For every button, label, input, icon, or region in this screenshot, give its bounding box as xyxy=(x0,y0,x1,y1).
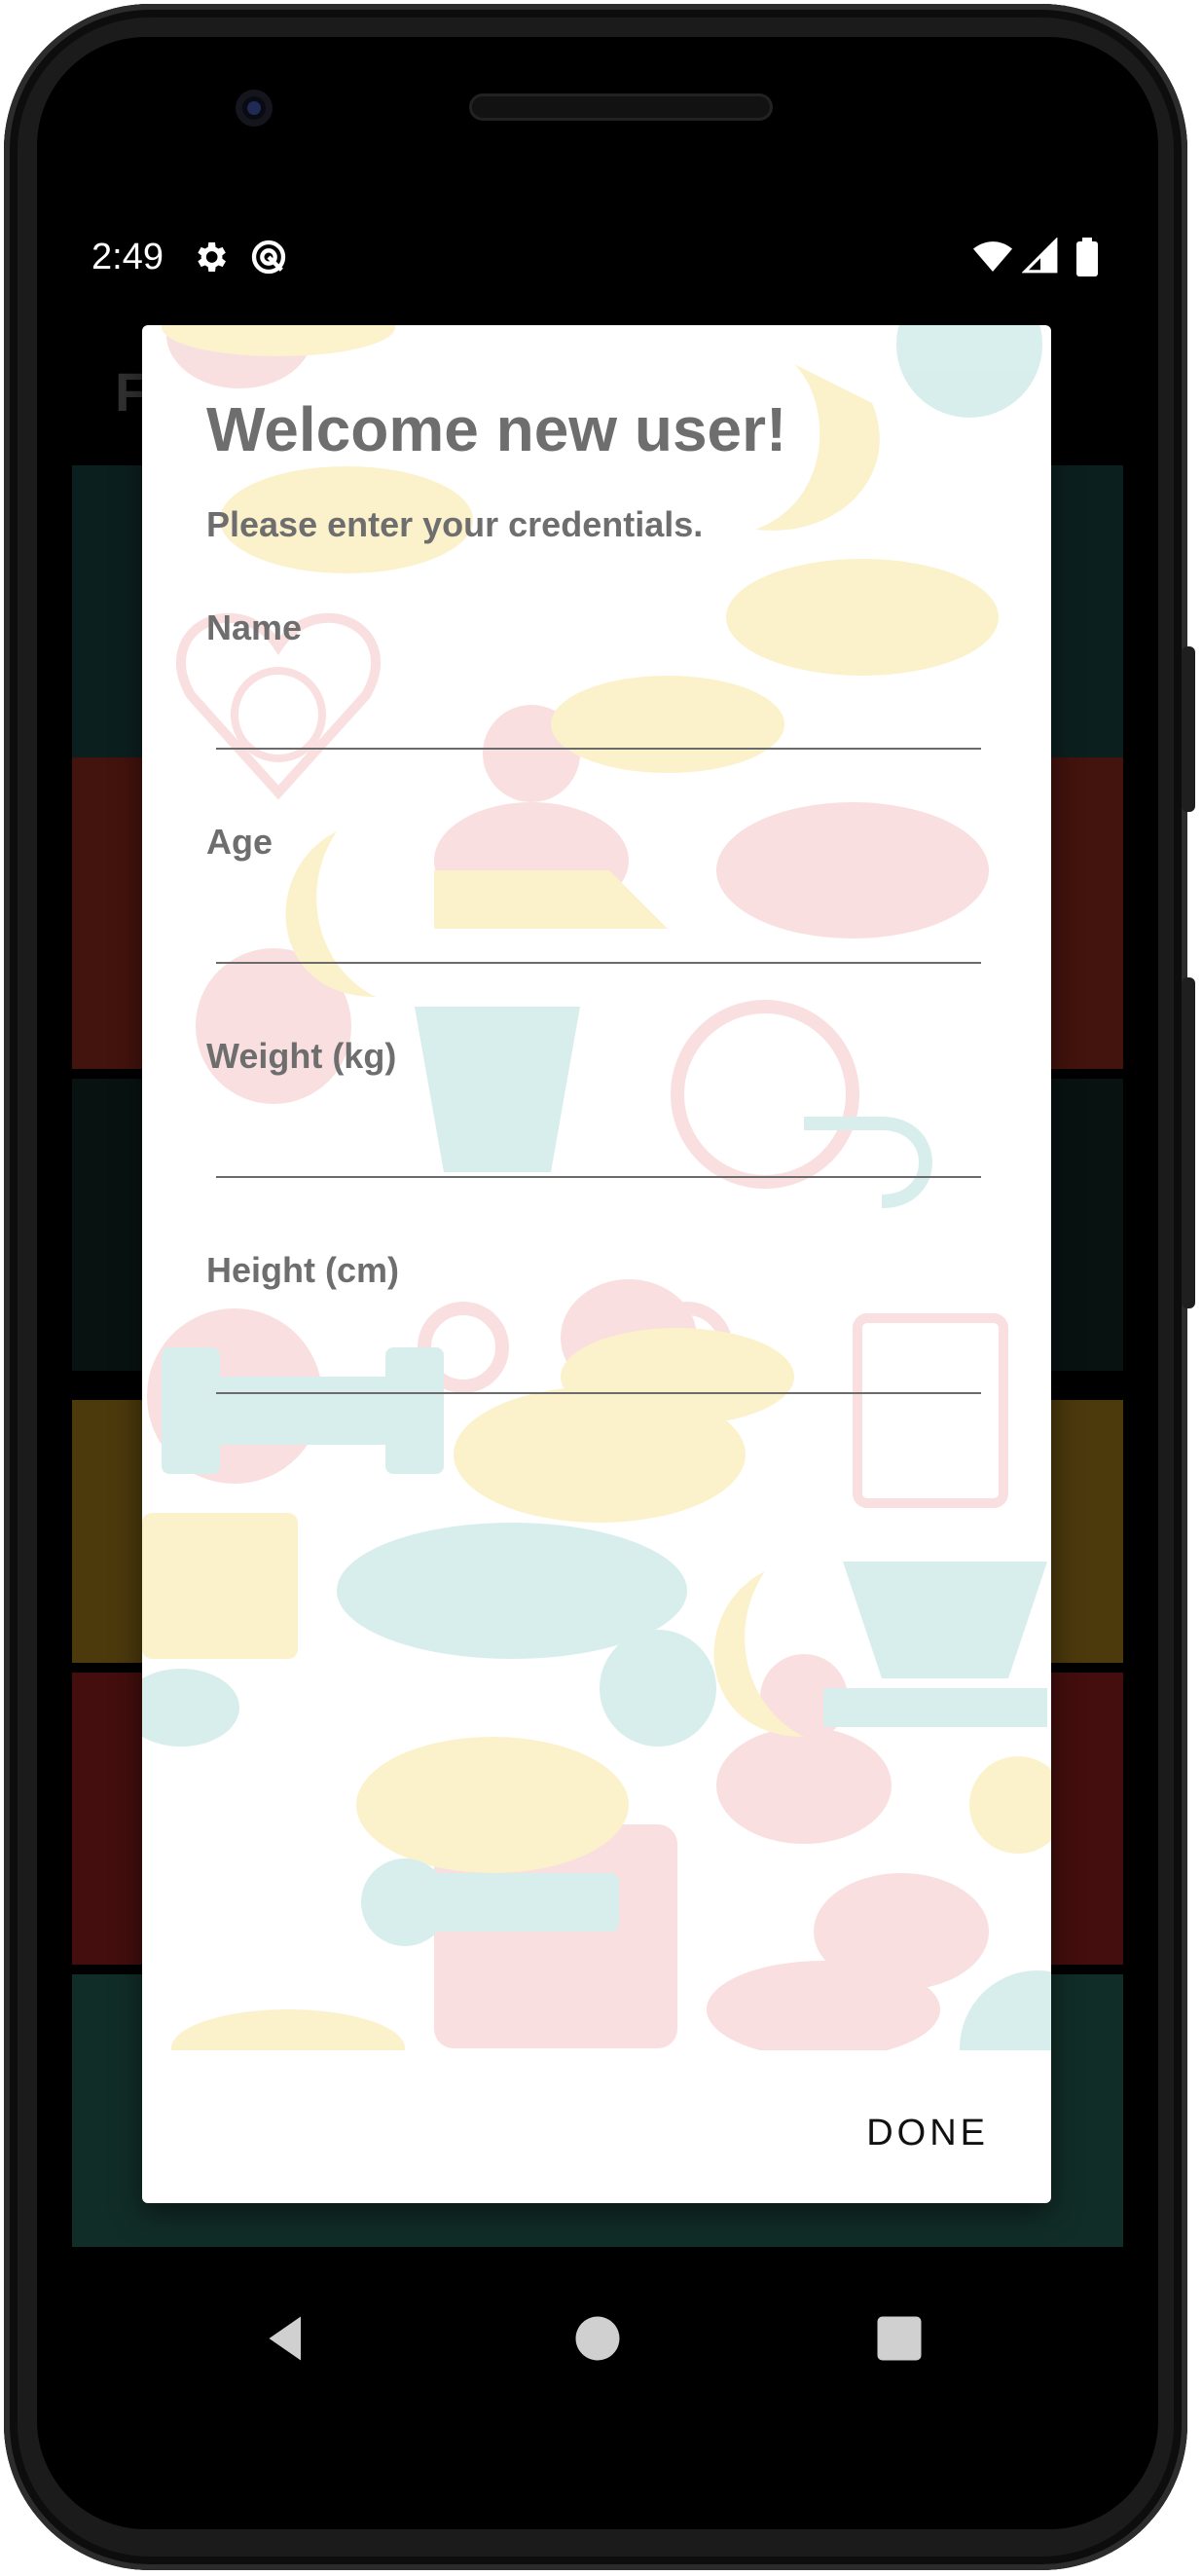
name-field[interactable] xyxy=(216,678,981,750)
navigation-bar xyxy=(37,2276,1158,2403)
dialog-title: Welcome new user! xyxy=(206,394,787,464)
age-label: Age xyxy=(206,822,273,862)
name-label: Name xyxy=(206,607,303,647)
earpiece-speaker xyxy=(469,93,773,121)
sync-icon xyxy=(249,238,288,281)
status-time: 2:49 xyxy=(91,237,164,277)
welcome-dialog: Welcome new user! Please enter your cred… xyxy=(142,325,1051,2203)
wifi-icon xyxy=(973,238,1012,281)
power-button xyxy=(1182,646,1195,812)
battery-icon xyxy=(1075,238,1100,281)
age-field[interactable] xyxy=(216,892,981,964)
weight-label: Weight (kg) xyxy=(206,1036,397,1076)
height-label: Height (cm) xyxy=(206,1250,399,1290)
recents-icon[interactable] xyxy=(870,2309,929,2368)
height-field[interactable] xyxy=(216,1322,981,1394)
home-icon[interactable] xyxy=(568,2309,627,2368)
done-button[interactable]: DONE xyxy=(858,2107,997,2160)
settings-icon xyxy=(191,238,230,281)
status-bar: 2:49 xyxy=(37,228,1158,286)
weight-field[interactable] xyxy=(216,1106,981,1178)
health-pattern-illustration xyxy=(142,325,1051,2050)
back-icon[interactable] xyxy=(257,2309,315,2368)
front-camera xyxy=(236,90,273,127)
signal-icon xyxy=(1021,237,1059,279)
phone-frame: 2:49 F Welcome new user! Please enter yo… xyxy=(4,4,1195,2570)
screen: 2:49 F Welcome new user! Please enter yo… xyxy=(37,37,1158,2529)
volume-button xyxy=(1182,977,1195,1308)
dialog-subtitle: Please enter your credentials. xyxy=(206,504,704,544)
